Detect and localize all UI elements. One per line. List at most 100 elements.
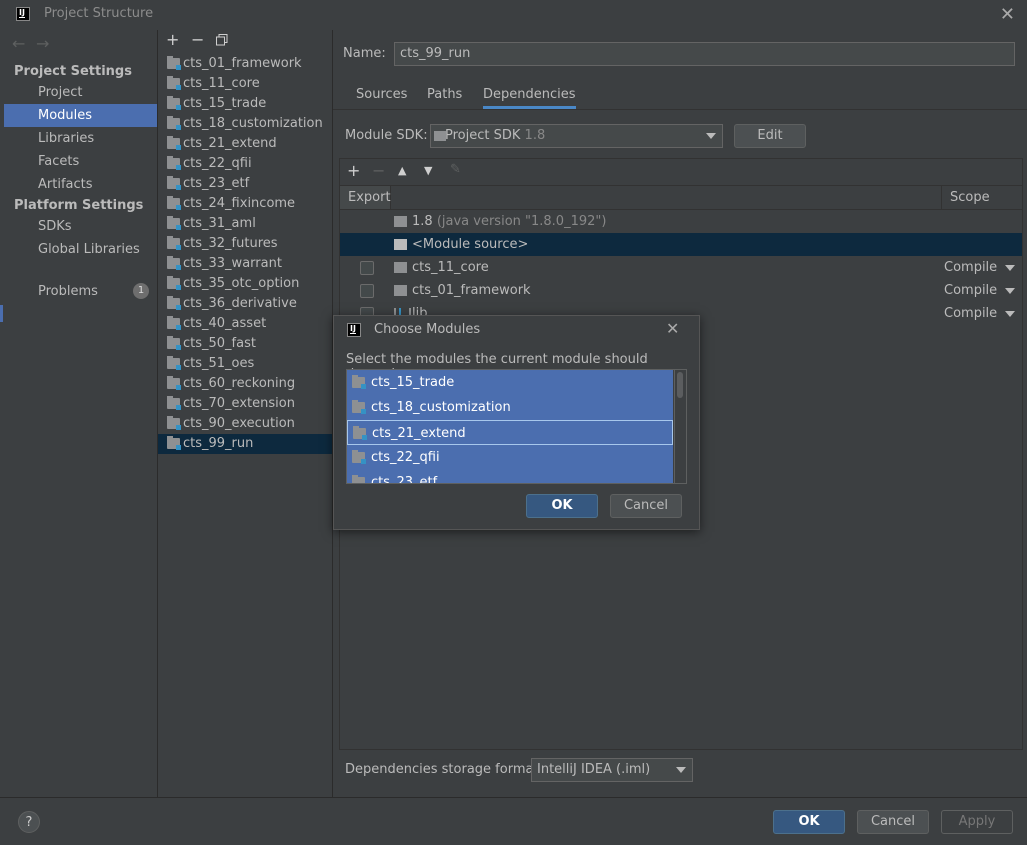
module-choice-name: cts_23_etf (371, 475, 438, 484)
ok-button[interactable]: OK (773, 810, 845, 834)
module-folder-icon (353, 426, 367, 440)
module-choice-name: cts_22_qfii (371, 450, 440, 465)
sidebar-item-sdks[interactable]: SDKs (4, 215, 157, 238)
add-module-button[interactable]: + (166, 30, 179, 49)
tab-paths[interactable]: Paths (427, 87, 462, 102)
module-list-item[interactable]: cts_36_derivative (158, 294, 332, 314)
module-list-item[interactable]: cts_15_trade (158, 94, 332, 114)
module-list-item[interactable]: cts_50_fast (158, 334, 332, 354)
chevron-down-icon[interactable] (1005, 265, 1015, 271)
sidebar-item-global-libraries[interactable]: Global Libraries (4, 238, 157, 261)
dependencies-toolbar: + − ▲ ▼ ✎ (340, 159, 1022, 185)
module-list-item[interactable]: cts_23_etf (158, 174, 332, 194)
tab-dependencies[interactable]: Dependencies (483, 87, 576, 109)
back-arrow-icon[interactable]: ← (12, 34, 25, 53)
list-scrollbar[interactable] (674, 370, 686, 483)
module-list-item[interactable]: cts_60_reckoning (158, 374, 332, 394)
module-list-item[interactable]: cts_40_asset (158, 314, 332, 334)
module-folder-icon (167, 96, 181, 110)
sidebar-item-artifacts[interactable]: Artifacts (4, 173, 157, 196)
module-folder-icon (394, 262, 407, 273)
edit-pencil-icon[interactable]: ✎ (450, 162, 461, 177)
sidebar: ← → Project Settings Project Modules Lib… (0, 30, 158, 797)
copy-module-button[interactable] (216, 34, 228, 46)
module-name: cts_11_core (183, 76, 260, 91)
module-list-item[interactable]: cts_70_extension (158, 394, 332, 414)
module-choice-item[interactable]: cts_21_extend (347, 420, 673, 445)
apply-button[interactable]: Apply (941, 810, 1013, 834)
tab-sources[interactable]: Sources (356, 87, 407, 102)
module-name: cts_60_reckoning (183, 376, 296, 391)
close-window-icon[interactable]: ✕ (1000, 4, 1015, 25)
window-title: Project Structure (44, 6, 154, 21)
sidebar-item-problems[interactable]: Problems 1 (4, 280, 157, 303)
module-folder-icon (167, 56, 181, 70)
chevron-down-icon[interactable] (1005, 311, 1015, 317)
module-name: cts_01_framework (183, 56, 302, 71)
sidebar-item-facets[interactable]: Facets (4, 150, 157, 173)
module-list-item[interactable]: cts_32_futures (158, 234, 332, 254)
storage-format-label: Dependencies storage format: (345, 762, 543, 777)
scope-select[interactable]: Compile (944, 279, 997, 302)
scope-select[interactable]: Compile (944, 256, 997, 279)
dependency-row[interactable]: cts_01_framework Compile (340, 279, 1022, 302)
remove-dependency-button[interactable]: − (372, 161, 385, 180)
move-down-icon[interactable]: ▼ (424, 164, 432, 177)
module-list-item[interactable]: cts_18_customization (158, 114, 332, 134)
module-list-item[interactable]: cts_90_execution (158, 414, 332, 434)
module-name: cts_18_customization (183, 116, 323, 131)
module-choice-item[interactable]: cts_15_trade (347, 370, 673, 395)
module-list-item[interactable]: cts_99_run (158, 434, 332, 454)
dependency-row-module-source[interactable]: <Module source> (340, 233, 1022, 256)
chevron-down-icon[interactable] (1005, 288, 1015, 294)
dependency-row-jdk[interactable]: 1.8 (java version "1.8.0_192") (340, 210, 1022, 233)
edit-sdk-button[interactable]: Edit (734, 124, 806, 148)
module-list-item[interactable]: cts_33_warrant (158, 254, 332, 274)
remove-module-button[interactable]: − (191, 30, 204, 49)
module-folder-icon (167, 76, 181, 90)
dependency-row[interactable]: cts_11_core Compile (340, 256, 1022, 279)
dialog-close-icon[interactable]: ✕ (666, 319, 679, 338)
storage-format-select[interactable]: IntelliJ IDEA (.iml) (531, 758, 693, 782)
forward-arrow-icon[interactable]: → (36, 34, 49, 53)
export-checkbox[interactable] (360, 284, 374, 298)
scope-select[interactable]: Compile (944, 302, 997, 325)
sidebar-item-label: Libraries (38, 131, 95, 146)
sidebar-item-modules[interactable]: Modules (4, 104, 157, 127)
add-dependency-button[interactable]: + (347, 161, 360, 180)
module-choice-name: cts_15_trade (371, 375, 455, 390)
sidebar-item-libraries[interactable]: Libraries (4, 127, 157, 150)
module-choice-item[interactable]: cts_22_qfii (347, 445, 673, 470)
help-button[interactable]: ? (18, 811, 40, 833)
move-up-icon[interactable]: ▲ (398, 164, 406, 177)
module-name-field[interactable]: cts_99_run (394, 42, 1015, 66)
module-choice-item[interactable]: cts_18_customization (347, 395, 673, 420)
dependencies-header: Export Scope (340, 185, 1022, 210)
dialog-ok-button[interactable]: OK (526, 494, 598, 518)
dependency-name: cts_01_framework (412, 283, 531, 298)
intellij-logo-icon: IJ (16, 7, 30, 21)
export-column-header[interactable]: Export (340, 186, 391, 209)
module-sdk-select[interactable]: Project SDK 1.8 (430, 124, 723, 148)
jdk-folder-icon (394, 216, 407, 227)
intellij-logo-icon: IJ (347, 323, 361, 337)
sidebar-item-label: Problems (38, 284, 98, 299)
module-list-item[interactable]: cts_22_qfii (158, 154, 332, 174)
module-list-item[interactable]: cts_35_otc_option (158, 274, 332, 294)
cancel-button[interactable]: Cancel (857, 810, 929, 834)
sidebar-item-project[interactable]: Project (4, 81, 157, 104)
module-list-item[interactable]: cts_24_fixincome (158, 194, 332, 214)
module-list-item[interactable]: cts_11_core (158, 74, 332, 94)
module-list-item[interactable]: cts_31_aml (158, 214, 332, 234)
module-choice-item[interactable]: cts_23_etf (347, 470, 673, 484)
module-list-item[interactable]: cts_01_framework (158, 54, 332, 74)
dialog-cancel-button[interactable]: Cancel (610, 494, 682, 518)
module-list-item[interactable]: cts_51_oes (158, 354, 332, 374)
module-list-item[interactable]: cts_21_extend (158, 134, 332, 154)
export-checkbox[interactable] (360, 261, 374, 275)
scope-column-header[interactable]: Scope (941, 186, 1022, 209)
module-folder-icon (167, 176, 181, 190)
copy-icon (216, 34, 228, 46)
scrollbar-thumb[interactable] (677, 372, 683, 398)
module-folder-icon (352, 450, 366, 464)
